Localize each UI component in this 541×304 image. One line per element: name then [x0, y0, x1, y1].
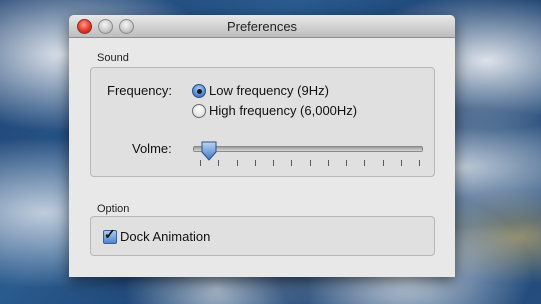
volume-slider-thumb[interactable]	[200, 141, 218, 161]
frequency-label: Frequency:	[107, 83, 173, 98]
radio-button-low[interactable]	[192, 84, 206, 98]
sound-group-box: Frequency: Low frequency (9Hz) High freq…	[90, 67, 435, 177]
title-bar[interactable]: Preferences	[69, 15, 455, 38]
slider-tick	[419, 160, 420, 166]
slider-tick	[383, 160, 384, 166]
volume-label: Volme:	[132, 141, 172, 156]
preferences-window: Preferences Sound Frequency: Low frequen…	[69, 15, 455, 277]
slider-tick	[291, 160, 292, 166]
volume-slider-track[interactable]	[193, 146, 423, 152]
volume-slider-ticks	[200, 160, 420, 166]
slider-tick	[255, 160, 256, 166]
sound-section-label: Sound	[97, 52, 129, 64]
option-group-box: ✓ Dock Animation	[90, 216, 435, 256]
checkmark-icon: ✓	[104, 226, 116, 242]
dock-animation-checkbox[interactable]: ✓	[103, 226, 117, 244]
radio-label-high[interactable]: High frequency (6,000Hz)	[209, 103, 357, 118]
radio-label-low[interactable]: Low frequency (9Hz)	[209, 83, 329, 98]
window-title: Preferences	[226, 19, 298, 34]
dock-animation-label[interactable]: Dock Animation	[120, 229, 210, 244]
slider-tick	[273, 160, 274, 166]
slider-tick	[218, 160, 219, 166]
slider-tick	[237, 160, 238, 166]
radio-button-high[interactable]	[192, 104, 206, 118]
option-section-label: Option	[97, 203, 130, 215]
slider-tick	[401, 160, 402, 166]
slider-tick	[310, 160, 311, 166]
slider-tick	[364, 160, 365, 166]
slider-tick	[346, 160, 347, 166]
slider-tick	[328, 160, 329, 166]
